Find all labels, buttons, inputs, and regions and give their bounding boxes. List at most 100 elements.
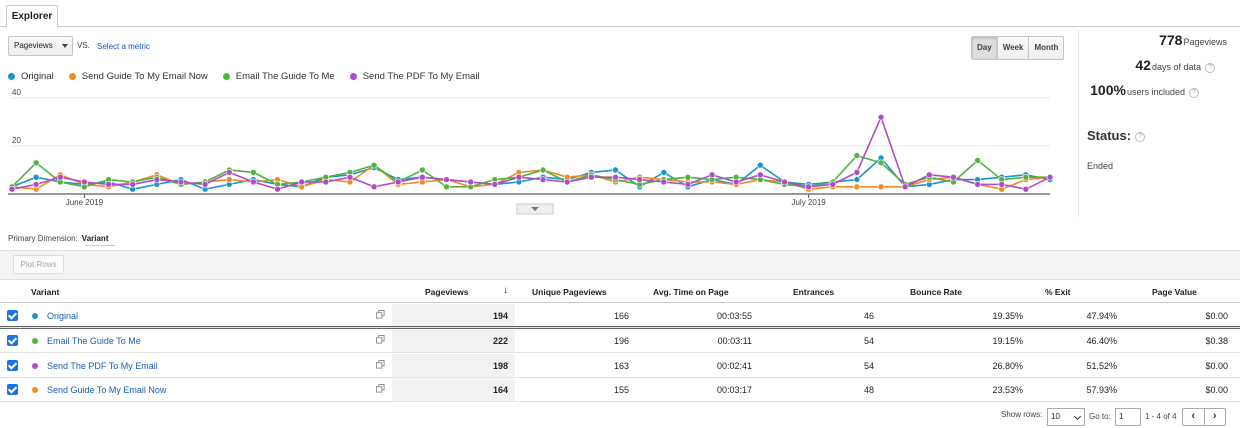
legend-label: Original [21,71,54,82]
data-point [563,178,571,186]
table-toolbar [0,250,1240,280]
help-icon[interactable]: ? [1205,62,1215,73]
entrances-value: 54 [863,361,874,371]
data-point [81,178,88,186]
select-metric-link[interactable]: Select a metric [97,42,150,51]
help-icon[interactable]: ? [1189,87,1199,98]
metric-dropdown-label: Pageviews [14,41,53,50]
legend-label: Email The Guide To Me [235,71,335,82]
data-point [225,176,233,183]
header-avg-time[interactable]: Avg. Time on Page [653,287,729,297]
legend-dot [68,73,76,80]
pager-buttons: ‹ › [1182,408,1226,426]
header-pageviews[interactable]: Pageviews [425,287,468,297]
data-point [370,161,378,169]
month-button[interactable]: Month [1028,37,1064,59]
unique-pageviews-value: 163 [613,361,629,371]
row-checkbox[interactable] [7,384,18,395]
data-point [298,178,305,186]
variant-color-dot [32,313,38,319]
table-row[interactable]: Email The Guide To Me 222 196 00:03:11 54 19.… [0,329,1240,353]
page-value: $0.00 [1205,311,1228,321]
show-rows-select[interactable]: 10 [1047,408,1085,426]
table-row[interactable]: Send Guide To My Email Now 164 155 00:03:17… [0,378,1240,402]
data-point [974,181,981,188]
row-checkbox[interactable] [7,335,18,346]
header-page-value[interactable]: Page Value [1152,287,1197,297]
legend-item-original[interactable]: Original [8,71,54,82]
legend-dot [349,73,357,80]
data-point [732,178,740,186]
x-tick-label: June 2019 [66,198,104,207]
tab-explorer[interactable]: Explorer [6,5,58,28]
users-stat: 100%users included? [1090,82,1199,98]
exit-value: 47.94% [1086,311,1117,321]
variant-link[interactable]: Original [47,311,78,321]
exit-value: 51.52% [1086,361,1117,371]
copy-icon[interactable] [376,360,385,369]
page-value: $0.00 [1205,385,1228,395]
plot-rows-button[interactable]: Plot Rows [13,255,64,274]
data-point [660,178,668,186]
y-tick-label: 40 [12,88,21,97]
week-button[interactable]: Week [996,37,1029,59]
data-point [56,173,64,181]
legend-item-email-guide[interactable]: Email The Guide To Me [222,71,335,82]
bounce-rate-value: 19.35% [992,311,1023,321]
variant-color-dot [32,363,38,369]
pageviews-value: 198 [492,361,508,371]
table-row[interactable]: Original 194 166 00:03:55 46 19.35% 47.94% $0.0… [0,304,1240,328]
legend-label: Send Guide To My Email Now [81,71,208,82]
bounce-rate-value: 19.15% [992,336,1023,346]
data-point [757,161,764,169]
legend-dot [8,73,15,80]
primary-dimension-value[interactable]: Variant [82,234,109,243]
copy-icon[interactable] [376,310,385,319]
goto-input[interactable]: 1 [1115,408,1141,426]
variant-link[interactable]: Send The PDF To My Email [47,361,158,371]
header-unique-pageviews[interactable]: Unique Pageviews [532,287,607,297]
variant-link[interactable]: Email The Guide To Me [47,336,141,346]
data-point [443,176,450,183]
variant-link[interactable]: Send Guide To My Email Now [47,385,166,395]
data-point [757,171,764,179]
series-line [11,164,1051,191]
avg-time-value: 00:02:41 [716,361,752,371]
data-point [877,183,885,191]
days-stat: 42days of data? [1135,57,1215,73]
data-point [250,169,257,176]
data-point [153,176,161,183]
unique-pageviews-value: 196 [613,336,629,346]
row-checkbox[interactable] [7,310,18,321]
data-point [394,178,402,186]
data-point [853,169,861,176]
data-point [853,176,861,183]
help-icon[interactable]: ? [1135,131,1146,142]
primary-dimension-label: Primary Dimension: [8,234,78,243]
header-entrances[interactable]: Entrances [793,287,834,297]
show-rows-label: Show rows: [1001,410,1043,419]
data-point [105,181,112,188]
copy-icon[interactable] [376,384,385,393]
data-point [612,166,619,174]
header-variant[interactable]: Variant [31,287,59,297]
copy-icon[interactable] [376,335,385,344]
legend-item-send-guide[interactable]: Send Guide To My Email Now [68,71,208,82]
data-point [201,181,209,188]
data-point [926,171,933,179]
prev-page-button[interactable]: ‹ [1183,409,1205,425]
metric-dropdown[interactable]: Pageviews [8,36,73,56]
data-point [177,178,185,186]
day-button[interactable]: Day [972,37,997,59]
legend-item-send-pdf[interactable]: Send The PDF To My Email [349,71,480,82]
header-exit[interactable]: % Exit [1045,287,1071,297]
avg-time-value: 00:03:11 [717,336,752,346]
table-row[interactable]: Send The PDF To My Email 198 163 00:02:41 54… [0,354,1240,378]
row-checkbox[interactable] [7,360,18,371]
sort-down-icon[interactable]: ↓ [503,285,508,296]
data-point [346,173,354,181]
data-point [877,113,885,121]
header-bounce-rate[interactable]: Bounce Rate [910,287,962,297]
chart-legend: Original Send Guide To My Email Now Emai… [8,71,495,82]
next-page-button[interactable]: › [1205,409,1226,425]
